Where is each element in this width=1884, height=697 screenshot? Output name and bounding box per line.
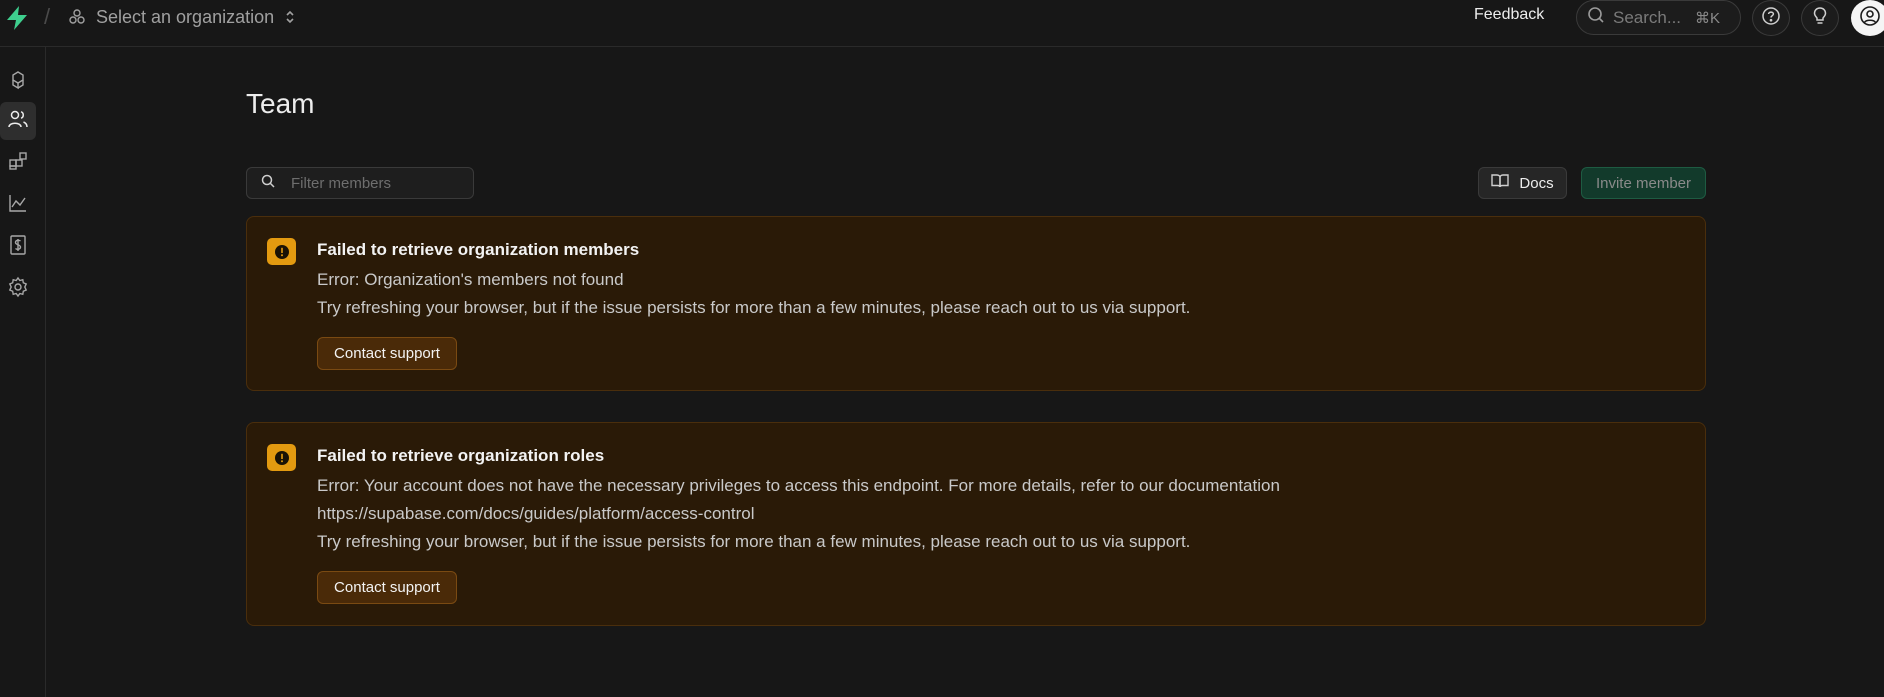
organization-icon [68,8,86,26]
alert-help-text: Try refreshing your browser, but if the … [317,298,1191,317]
team-icon [7,108,29,135]
top-bar: / Select an organization Feedback Search… [0,0,1884,47]
sidebar-item-integrations[interactable] [0,144,36,182]
warning-icon [267,238,296,265]
documentation-link[interactable]: https://supabase.com/docs/guides/platfor… [317,504,755,524]
search-icon [1587,6,1605,29]
search-placeholder: Search... [1613,7,1682,27]
feedback-button[interactable]: Feedback [1474,6,1544,24]
search-icon [261,174,275,193]
sidebar-item-team[interactable] [0,102,36,140]
filter-members-input[interactable] [291,174,461,192]
user-avatar[interactable] [1851,0,1884,36]
billing-icon [7,234,29,261]
sidebar-item-billing[interactable] [0,228,36,266]
sidebar-item-projects[interactable] [0,63,36,101]
lightbulb-icon [1811,6,1829,31]
filter-members-field[interactable] [246,167,474,199]
warning-icon [267,444,296,471]
contact-support-button[interactable]: Contact support [317,337,457,370]
alert-title: Failed to retrieve organization roles [317,446,605,465]
sidebar [0,47,46,697]
chevron-updown-icon [284,9,296,25]
book-icon [1491,173,1510,193]
alert-error-message: Error: Your account does not have the ne… [317,476,1280,495]
organization-selector-label: Select an organization [96,6,275,27]
docs-button[interactable]: Docs [1478,167,1567,199]
settings-icon [7,276,29,303]
invite-member-button[interactable]: Invite member [1581,167,1706,199]
organization-selector[interactable]: Select an organization [68,5,296,29]
supabase-logo[interactable] [5,5,29,31]
members-error-alert: Failed to retrieve organization members … [246,216,1706,391]
integrations-icon [7,150,29,177]
user-avatar-icon [1859,5,1881,32]
whats-new-button[interactable] [1801,0,1839,36]
alert-title: Failed to retrieve organization members [317,240,640,259]
search-input[interactable]: Search... ⌘K [1576,0,1741,35]
help-button[interactable] [1752,0,1790,36]
page-title: Team [246,88,315,119]
alert-help-text: Try refreshing your browser, but if the … [317,532,1191,551]
search-shortcut: ⌘K [1695,9,1721,27]
projects-icon [7,69,29,96]
help-icon [1761,6,1781,31]
sidebar-item-usage[interactable] [0,186,36,224]
usage-icon [7,192,29,219]
breadcrumb-separator: / [44,4,51,29]
alert-error-message: Error: Organization's members not found [317,270,624,289]
docs-button-label: Docs [1519,174,1554,192]
roles-error-alert: Failed to retrieve organization roles Er… [246,422,1706,626]
sidebar-item-settings[interactable] [0,270,36,308]
contact-support-button[interactable]: Contact support [317,571,457,604]
